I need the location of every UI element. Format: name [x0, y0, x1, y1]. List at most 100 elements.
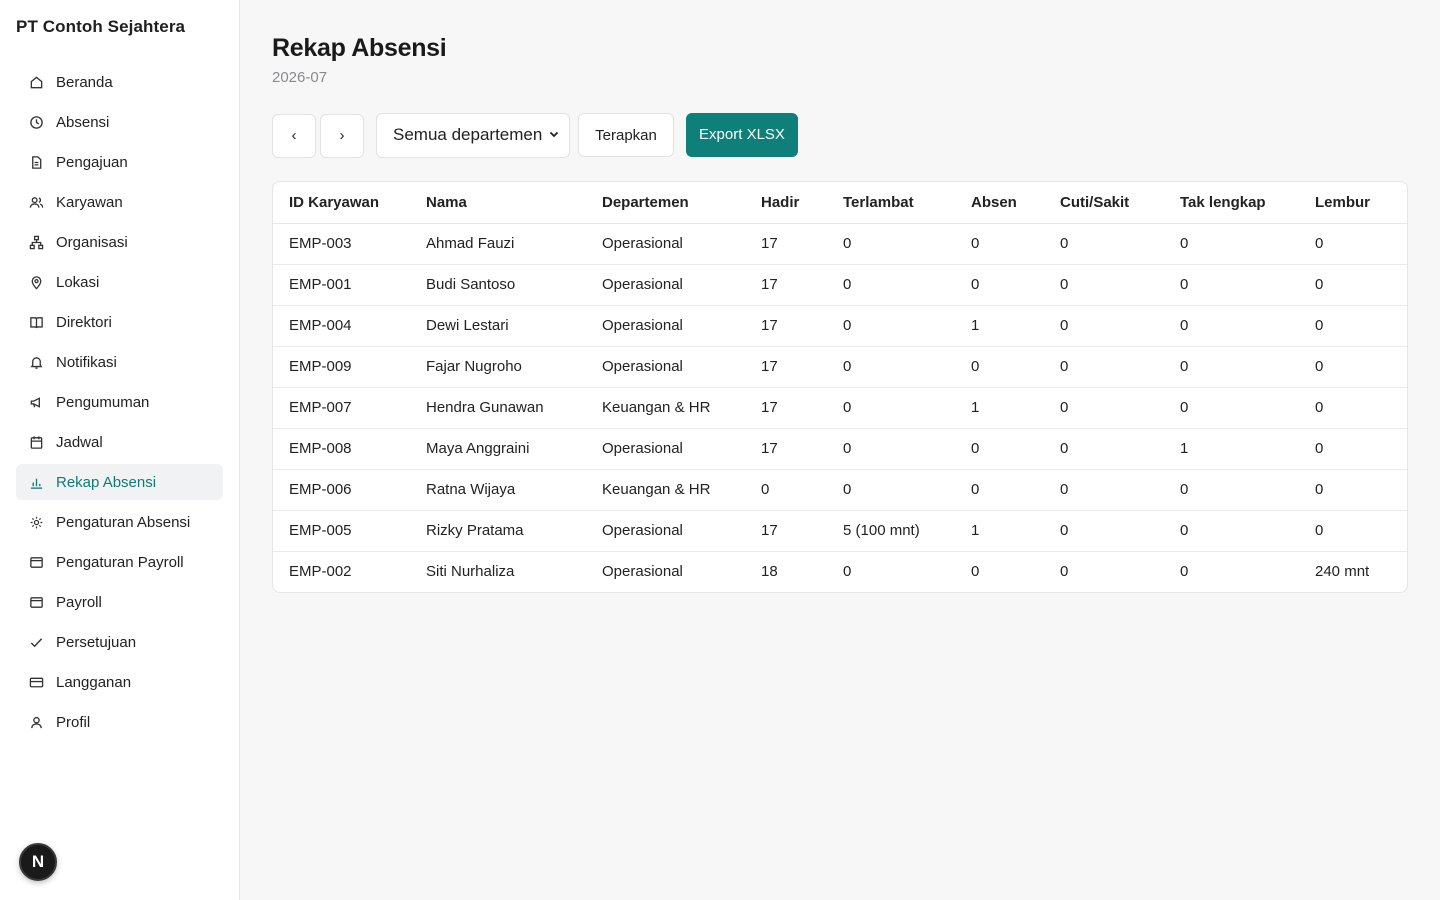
table-cell: 0: [843, 563, 852, 581]
table-cell: EMP-008: [273, 428, 410, 470]
table-cell: 0: [1044, 510, 1164, 552]
table-cell: 0: [1060, 563, 1069, 581]
table-row: EMP-007 Hendra Gunawan Keuangan & HR 17 0 1 0 0…: [273, 387, 1407, 429]
table-cell: 0: [827, 223, 955, 265]
table-row: EMP-008 Maya Anggraini Operasional 17 0 0 0 1 0: [273, 428, 1407, 470]
sidebar-item-langganan[interactable]: Langganan: [16, 664, 223, 700]
table-cell: 0: [1044, 387, 1164, 429]
table-cell: 0: [1044, 428, 1164, 470]
apply-button[interactable]: Terapkan: [578, 113, 674, 157]
column-header: Hadir: [745, 182, 827, 224]
column-header: Terlambat: [827, 182, 955, 224]
location-pin-icon: [28, 274, 44, 290]
table-cell: Budi Santoso: [410, 264, 586, 306]
users-icon: [28, 194, 44, 210]
column-header: Lembur: [1299, 182, 1407, 224]
sidebar-item-label: Persetujuan: [56, 633, 137, 651]
clock-icon: [28, 114, 44, 130]
book-icon: [28, 314, 44, 330]
sidebar-item-karyawan[interactable]: Karyawan: [16, 184, 223, 220]
next-month-button[interactable]: ›: [320, 113, 364, 158]
table-row: EMP-002 Siti Nurhaliza Operasional 18 0 0 0 0 24…: [273, 551, 1407, 592]
table-cell: 0: [1299, 387, 1407, 429]
table-cell: 0: [1299, 428, 1407, 470]
sidebar-item-jadwal[interactable]: Jadwal: [16, 424, 223, 460]
table-cell: 0: [745, 469, 827, 511]
avatar[interactable]: N: [19, 843, 57, 881]
sidebar-item-label: Beranda: [56, 73, 113, 91]
sidebar-item-direktori[interactable]: Direktori: [16, 304, 223, 340]
sidebar-item-absensi[interactable]: Absensi: [16, 104, 223, 140]
table-cell: 0: [1044, 305, 1164, 347]
sidebar-item-profil[interactable]: Profil: [16, 704, 223, 740]
export-xlsx-button[interactable]: Export XLSX: [686, 113, 798, 157]
sidebar-item-label: Karyawan: [56, 193, 123, 211]
table-cell: Hendra Gunawan: [410, 387, 586, 429]
table-cell: EMP-002: [289, 563, 352, 581]
table-cell: 17: [745, 346, 827, 388]
sidebar-item-pengaturan-payroll[interactable]: Pengaturan Payroll: [16, 544, 223, 580]
table-cell: Operasional: [586, 305, 745, 347]
table-cell: 17: [745, 510, 827, 552]
table-cell: Operasional: [602, 563, 683, 581]
sidebar-item-pengaturan-absensi[interactable]: Pengaturan Absensi: [16, 504, 223, 540]
table-cell: 17: [745, 264, 827, 306]
table-cell: Ahmad Fauzi: [410, 223, 586, 265]
period-label: 2026-07: [272, 69, 328, 86]
table-row: EMP-004 Dewi Lestari Operasional 17 0 1 0 0 0: [273, 305, 1407, 347]
calendar-icon: [28, 434, 44, 450]
sidebar-item-label: Payroll: [56, 593, 102, 611]
sidebar-item-payroll[interactable]: Payroll: [16, 584, 223, 620]
table-cell: 0: [955, 469, 1044, 511]
table-cell: 0: [1044, 469, 1164, 511]
gear-icon: [28, 514, 44, 530]
bell-icon: [28, 354, 44, 370]
sidebar-item-label: Lokasi: [56, 273, 100, 291]
table-cell: 0: [1044, 223, 1164, 265]
table-cell: 0: [1180, 563, 1189, 581]
table-cell: 17: [745, 387, 827, 429]
sidebar-item-organisasi[interactable]: Organisasi: [16, 224, 223, 260]
table-cell: 240 mnt: [1315, 563, 1370, 581]
sidebar-item-persetujuan[interactable]: Persetujuan: [16, 624, 223, 660]
sidebar-item-beranda[interactable]: Beranda: [16, 64, 223, 100]
table-cell: Operasional: [586, 223, 745, 265]
sidebar-item-label: Pengaturan Payroll: [56, 553, 184, 571]
bar-chart-icon: [28, 474, 44, 490]
table-cell: 0: [827, 387, 955, 429]
table-cell: EMP-001: [273, 264, 410, 306]
sidebar-item-notifikasi[interactable]: Notifikasi: [16, 344, 223, 380]
check-icon: [28, 634, 44, 650]
table-cell: 1: [1164, 428, 1299, 470]
company-name: PT Contoh Sejahtera: [16, 17, 186, 36]
sidebar-item-pengajuan[interactable]: Pengajuan: [16, 144, 223, 180]
megaphone-icon: [28, 394, 44, 410]
column-header: ID Karyawan: [273, 182, 410, 224]
table-header-row: ID Karyawan Nama Departemen Hadir Terlam…: [273, 182, 1407, 224]
credit-card-icon: [28, 674, 44, 690]
home-icon: [28, 74, 44, 90]
department-select[interactable]: Semua departemen: [376, 112, 570, 158]
sidebar-item-rekap-absensi[interactable]: Rekap Absensi: [16, 464, 223, 500]
table-row: EMP-009 Fajar Nugroho Operasional 17 0 0 0 0 0: [273, 346, 1407, 388]
chevron-down-icon: [548, 128, 560, 143]
sidebar-item-pengumuman[interactable]: Pengumuman: [16, 384, 223, 420]
table-cell: EMP-007: [273, 387, 410, 429]
table-cell: Ratna Wijaya: [410, 469, 586, 511]
sidebar-item-label: Jadwal: [56, 433, 103, 451]
table-cell: 0: [955, 223, 1044, 265]
wallet-icon: [28, 594, 44, 610]
table-cell: Keuangan & HR: [586, 469, 745, 511]
previous-month-button[interactable]: ‹: [272, 113, 316, 158]
table-row: EMP-001 Budi Santoso Operasional 17 0 0 0 0 0: [273, 264, 1407, 306]
attendance-table: ID Karyawan Nama Departemen Hadir Terlam…: [272, 181, 1408, 593]
table-row: EMP-005 Rizky Pratama Operasional 17 5 (100 …: [273, 510, 1407, 552]
sidebar-item-lokasi[interactable]: Lokasi: [16, 264, 223, 300]
table-cell: 0: [1299, 264, 1407, 306]
sidebar-item-label: Pengaturan Absensi: [56, 513, 191, 531]
table-cell: EMP-004: [273, 305, 410, 347]
table-row: EMP-003 Ahmad Fauzi Operasional 17 0 0 0 0 0: [273, 223, 1407, 265]
table-cell: 17: [745, 305, 827, 347]
sidebar: PT Contoh Sejahtera Beranda Absensi Peng…: [0, 0, 240, 900]
sidebar-item-label: Pengumuman: [56, 393, 150, 411]
